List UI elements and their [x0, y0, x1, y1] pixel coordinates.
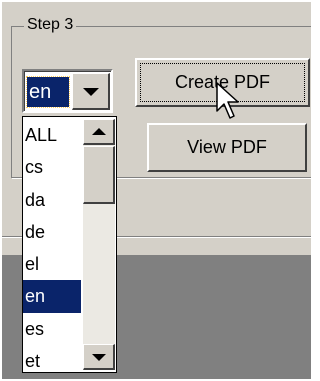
language-option-all[interactable]: ALL — [23, 119, 81, 151]
window-frame: Step 3 en Create PDF View PDF ALL cs da de e… — [0, 0, 313, 381]
language-select-value[interactable]: en — [26, 76, 70, 108]
arrow-down-icon — [92, 354, 106, 361]
language-option-es[interactable]: es — [23, 313, 81, 345]
mouse-pointer-icon — [216, 82, 239, 119]
scroll-up-button[interactable] — [83, 119, 115, 145]
language-option-de[interactable]: de — [23, 216, 81, 248]
language-select-dropdown-button[interactable] — [72, 73, 110, 110]
scroll-down-button[interactable] — [83, 344, 115, 370]
scrollbar-thumb[interactable] — [83, 146, 115, 204]
arrow-up-icon — [92, 128, 106, 135]
chevron-down-icon — [83, 88, 99, 96]
language-select-field: en — [24, 71, 111, 111]
language-select[interactable]: en — [22, 69, 113, 113]
language-option-et[interactable]: et — [23, 345, 81, 377]
view-pdf-button[interactable]: View PDF — [147, 123, 307, 172]
language-option-en[interactable]: en — [23, 280, 81, 313]
language-options: ALL cs da de el en es et — [23, 119, 81, 377]
groupbox-title: Step 3 — [24, 15, 77, 35]
language-option-da[interactable]: da — [23, 184, 81, 216]
view-pdf-label: View PDF — [187, 137, 267, 157]
language-option-el[interactable]: el — [23, 248, 81, 280]
language-option-cs[interactable]: cs — [23, 151, 81, 183]
dropdown-scrollbar[interactable] — [83, 119, 115, 370]
language-dropdown-list[interactable]: ALL cs da de el en es et — [22, 116, 117, 373]
